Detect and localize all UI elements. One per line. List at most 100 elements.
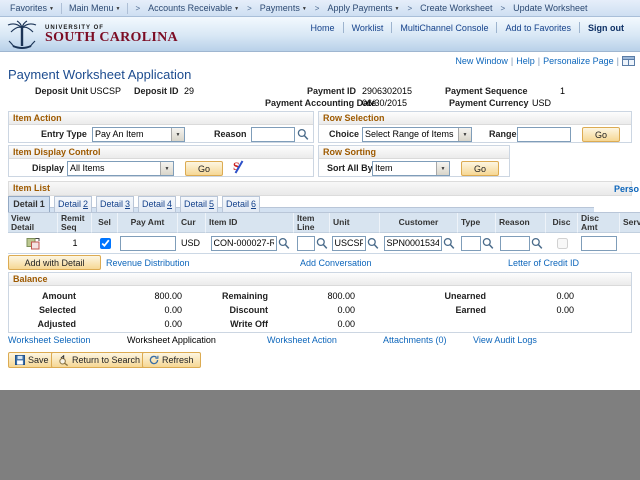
col-item-id: Item ID: [206, 213, 294, 233]
breadcrumb-main-menu[interactable]: Main Menu▼: [65, 3, 124, 13]
separator: |: [538, 56, 540, 66]
tab-detail-4[interactable]: Detail4: [138, 196, 176, 212]
item-line-lookup-icon[interactable]: [316, 237, 328, 250]
logo-line2: SOUTH CAROLINA: [45, 31, 178, 44]
reason-lookup-icon[interactable]: [297, 128, 309, 141]
page-title: Payment Worksheet Application: [8, 67, 191, 82]
tab-detail-1[interactable]: Detail1: [8, 196, 50, 212]
type-input[interactable]: [461, 236, 481, 251]
row-selection-go-button[interactable]: Go: [582, 127, 620, 142]
col-pay-amt: Pay Amt: [118, 213, 178, 233]
choice-select[interactable]: Select Range of Items ▼: [362, 127, 472, 142]
item-list-title: Item List: [13, 183, 50, 193]
worksheet-action-link[interactable]: Worksheet Action: [267, 335, 337, 345]
col-reason: Reason: [496, 213, 546, 233]
reason-input[interactable]: [251, 127, 295, 142]
row-sorting-go-button[interactable]: Go: [461, 161, 499, 176]
multichannel-console-link[interactable]: MultiChannel Console: [392, 23, 496, 33]
tab-detail-2[interactable]: Detail2: [54, 196, 92, 212]
breadcrumb-accounts-receivable[interactable]: Accounts Receivable▼: [144, 3, 243, 13]
row-reason-input[interactable]: [500, 236, 530, 251]
payment-sequence-label: Payment Sequence: [445, 86, 528, 96]
save-button[interactable]: Save: [8, 352, 56, 368]
item-line-input[interactable]: [297, 236, 315, 251]
dropdown-arrow-icon: ▼: [436, 162, 449, 175]
breadcrumb-favorites[interactable]: Favorites▼: [6, 3, 58, 13]
choice-label: Choice: [329, 129, 359, 139]
refresh-button[interactable]: Refresh: [142, 352, 201, 368]
col-view-detail: View Detail: [8, 213, 58, 233]
currency-conversion-icon[interactable]: S: [233, 160, 244, 175]
view-detail-icon[interactable]: [26, 237, 41, 250]
display-go-button[interactable]: Go: [185, 161, 223, 176]
breadcrumb-create-worksheet[interactable]: Create Worksheet: [416, 3, 496, 13]
home-link[interactable]: Home: [303, 23, 343, 33]
sign-out-link[interactable]: Sign out: [580, 23, 632, 33]
personalize-page-link[interactable]: Personalize Page: [543, 56, 614, 66]
worksheet-selection-link[interactable]: Worksheet Selection: [8, 335, 90, 345]
add-conversation-link[interactable]: Add Conversation: [300, 258, 372, 268]
item-id-lookup-icon[interactable]: [278, 237, 290, 250]
balance-label: Discount: [184, 303, 270, 317]
chevron-down-icon: ▼: [49, 6, 54, 12]
breadcrumb-separator: >: [243, 4, 256, 13]
customer-lookup-icon[interactable]: [443, 237, 455, 250]
type-lookup-icon[interactable]: [482, 237, 494, 250]
revenue-distribution-link[interactable]: Revenue Distribution: [106, 258, 190, 268]
add-to-favorites-link[interactable]: Add to Favorites: [497, 23, 579, 33]
tab-detail-3[interactable]: Detail3: [96, 196, 134, 212]
return-to-search-button[interactable]: Return to Search: [51, 352, 147, 368]
breadcrumb-separator: >: [131, 4, 144, 13]
unit-input[interactable]: [332, 236, 366, 251]
new-window-link[interactable]: New Window: [455, 56, 508, 66]
balance-value: 0.00: [78, 317, 184, 331]
pay-amt-input[interactable]: [120, 236, 176, 251]
deposit-id-label: Deposit ID: [134, 86, 179, 96]
sort-all-by-select[interactable]: Item ▼: [372, 161, 450, 176]
chevron-down-icon: ▼: [234, 6, 239, 12]
remit-seq-value: 1: [72, 238, 77, 248]
customer-input[interactable]: [384, 236, 442, 251]
refresh-icon: [149, 355, 159, 365]
range-input[interactable]: [517, 127, 571, 142]
select-item-checkbox[interactable]: [100, 238, 111, 249]
balance-value: 0.00: [270, 303, 357, 317]
disc-amt-input[interactable]: [581, 236, 617, 251]
col-unit: Unit: [330, 213, 380, 233]
dropdown-arrow-icon: ▼: [160, 162, 173, 175]
view-audit-logs-link[interactable]: View Audit Logs: [473, 335, 537, 345]
col-customer: Customer: [380, 213, 458, 233]
http-layout-icon[interactable]: [622, 56, 635, 66]
breadcrumb-update-worksheet[interactable]: Update Worksheet: [509, 3, 591, 13]
row-reason-lookup-icon[interactable]: [531, 237, 543, 250]
page-content: New Window | Help | Personalize Page | P…: [0, 52, 640, 390]
balance-value: 0.00: [488, 289, 576, 303]
balance-grid: Amount 800.00 Remaining 800.00 Unearned …: [9, 286, 631, 331]
col-sel: Sel: [92, 213, 118, 233]
tab-detail-6[interactable]: Detail6: [222, 196, 260, 212]
table-row: 1 USD: [8, 233, 640, 254]
col-item-line: Item Line: [294, 213, 330, 233]
display-select[interactable]: All Items ▼: [67, 161, 174, 176]
letter-of-credit-link[interactable]: Letter of Credit ID: [508, 258, 579, 268]
divider: [61, 3, 62, 14]
unit-lookup-icon[interactable]: [367, 237, 379, 250]
balance-label: Earned: [357, 303, 488, 317]
item-id-input[interactable]: [211, 236, 277, 251]
add-with-detail-button[interactable]: Add with Detail: [8, 255, 101, 270]
tab-detail-5[interactable]: Detail5: [180, 196, 218, 212]
deposit-unit-value: USCSP: [90, 86, 121, 96]
payment-sequence-value: 1: [560, 86, 565, 96]
balance-title: Balance: [9, 273, 631, 286]
chevron-down-icon: ▼: [116, 6, 121, 12]
separator: |: [617, 56, 619, 66]
deposit-id-value: 29: [184, 86, 194, 96]
worklist-link[interactable]: Worklist: [344, 23, 392, 33]
attachments-link[interactable]: Attachments (0): [383, 335, 447, 345]
row-sorting-title: Row Sorting: [319, 146, 509, 159]
personalize-grid-link[interactable]: Perso: [614, 184, 639, 194]
breadcrumb-payments[interactable]: Payments▼: [256, 3, 311, 13]
breadcrumb-apply-payments[interactable]: Apply Payments▼: [323, 3, 403, 13]
entry-type-select[interactable]: Pay An Item ▼: [92, 127, 185, 142]
help-link[interactable]: Help: [516, 56, 535, 66]
